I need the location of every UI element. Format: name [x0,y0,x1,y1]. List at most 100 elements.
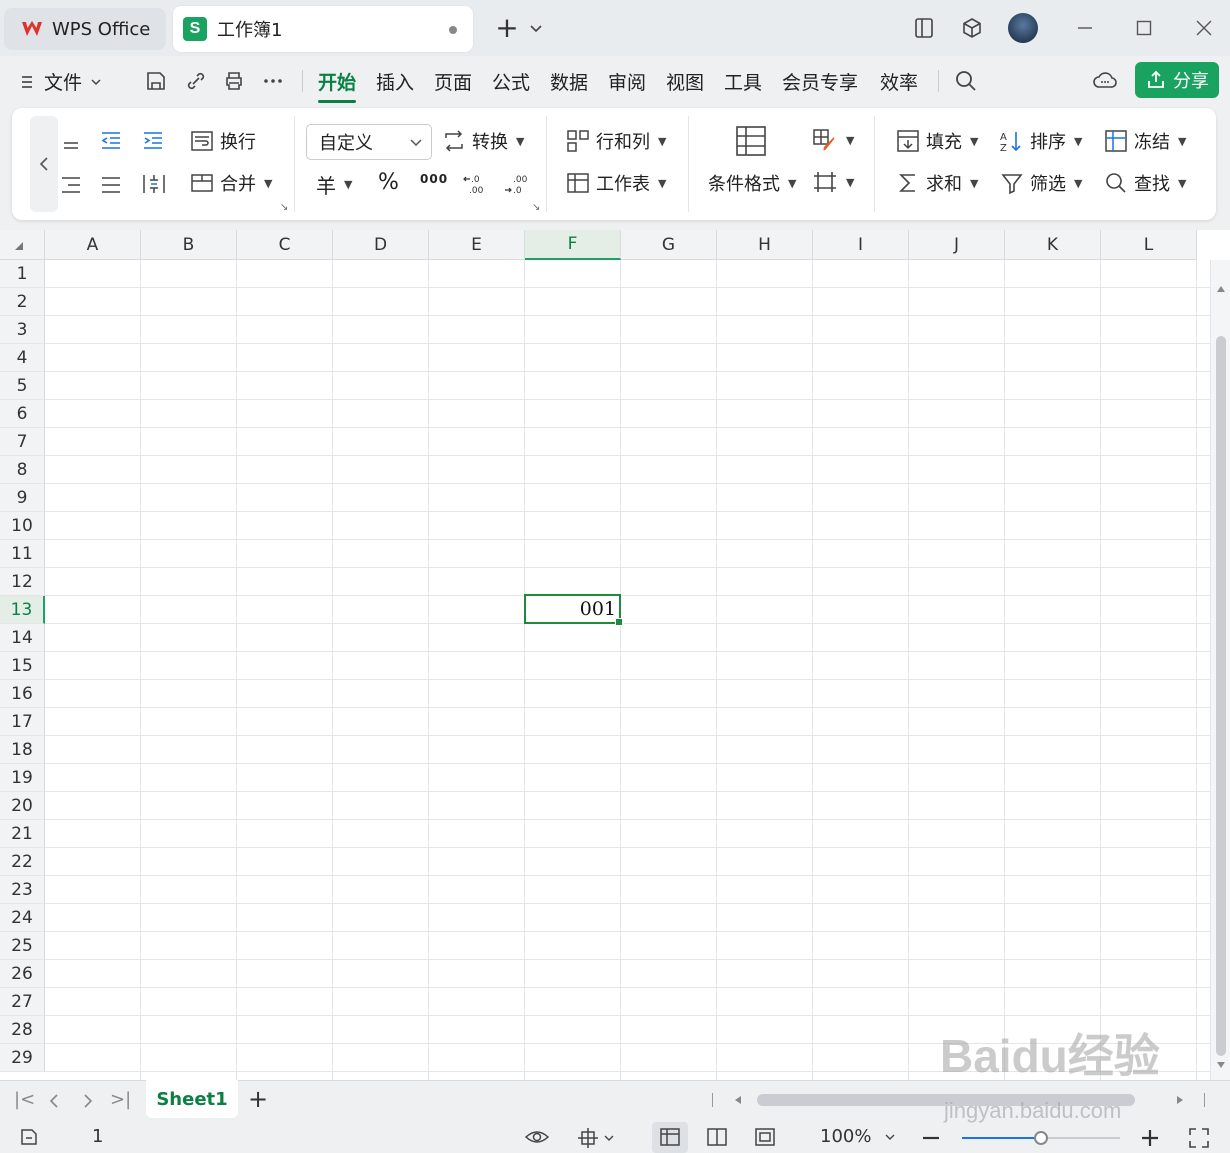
tab-formula[interactable]: 公式 [492,68,530,95]
scroll-right-icon[interactable] [1176,1095,1184,1105]
decrease-decimal-icon[interactable]: .00.0 [504,172,528,196]
file-menu[interactable]: 文件 [20,68,102,95]
split-handle[interactable] [1204,1093,1205,1107]
print-icon[interactable] [222,69,246,93]
tab-review[interactable]: 审阅 [608,68,646,95]
column-header-b[interactable]: B [141,230,237,260]
align-bottom-icon[interactable] [62,132,80,150]
link-icon[interactable] [184,69,208,93]
find-button[interactable]: 查找 ▼ [1104,170,1186,196]
tab-tools[interactable]: 工具 [724,68,762,95]
share-button[interactable]: 分享 [1135,62,1219,98]
page-break-icon[interactable] [754,1127,776,1147]
row-header-4[interactable]: 4 [0,344,45,372]
row-header-17[interactable]: 17 [0,708,45,736]
row-header-27[interactable]: 27 [0,988,45,1016]
maximize-icon[interactable] [1136,20,1152,36]
row-header-25[interactable]: 25 [0,932,45,960]
number-dialog-launcher-icon[interactable]: ↘ [532,202,540,213]
column-header-h[interactable]: H [717,230,813,260]
tab-member[interactable]: 会员专享 [782,68,858,95]
column-header-i[interactable]: I [813,230,909,260]
fill-button[interactable]: 填充 ▼ [896,128,978,154]
zoom-slider[interactable] [962,1131,1120,1145]
column-header-d[interactable]: D [333,230,429,260]
zoom-out-icon[interactable] [922,1130,940,1146]
zoom-slider-knob[interactable] [1034,1131,1048,1145]
vertical-scrollbar[interactable] [1210,260,1230,1080]
distribute-icon[interactable] [142,172,166,196]
tab-view[interactable]: 视图 [666,68,704,95]
spreadsheet-grid[interactable]: ABCDEFGHIJKL 1 2 3 4 5 6 7 8 9 10 11 12 13 14 15 16 17 18… [0,230,1230,1080]
worksheet-button[interactable]: 工作表 ▼ [566,170,666,196]
merge-cells-button[interactable]: 合并 ▼ [190,170,272,196]
column-header-l[interactable]: L [1101,230,1197,260]
eye-protection-icon[interactable] [524,1127,550,1147]
scroll-down-icon[interactable] [1216,1060,1226,1070]
normal-view-button[interactable] [652,1122,688,1153]
cube-icon[interactable] [960,16,984,40]
row-header-9[interactable]: 9 [0,484,45,512]
tablet-mode-icon[interactable] [912,16,936,40]
freeze-panes-button[interactable]: 冻结 ▼ [1104,128,1186,154]
row-header-29[interactable]: 29 [0,1044,45,1072]
page-layout-icon[interactable] [706,1127,728,1147]
macro-record-icon[interactable] [18,1126,40,1148]
sum-button[interactable]: 求和 ▼ [896,170,978,196]
rows-columns-button[interactable]: 行和列 ▼ [566,128,666,154]
active-cell-f13[interactable]: 001 [524,594,623,626]
select-all-corner[interactable] [0,230,45,260]
row-header-21[interactable]: 21 [0,820,45,848]
minimize-icon[interactable] [1076,20,1094,36]
scroll-up-icon[interactable] [1216,284,1226,294]
row-header-1[interactable]: 1 [0,260,45,288]
row-header-10[interactable]: 10 [0,512,45,540]
horizontal-scrollbar-thumb[interactable] [757,1094,1135,1106]
row-header-2[interactable]: 2 [0,288,45,316]
column-header-a[interactable]: A [45,230,141,260]
prev-sheet-icon[interactable] [48,1093,60,1109]
add-sheet-button[interactable]: + [248,1085,268,1113]
decrease-indent-icon[interactable] [100,130,122,152]
ribbon-scroll-left-button[interactable] [30,116,58,212]
row-header-28[interactable]: 28 [0,1016,45,1044]
row-header-11[interactable]: 11 [0,540,45,568]
unsaved-dot-icon[interactable] [449,26,457,34]
increase-indent-icon[interactable] [142,130,164,152]
filter-button[interactable]: 筛选 ▼ [1000,170,1082,196]
zoom-level-select[interactable]: 100% [820,1126,895,1147]
conditional-format-button[interactable]: 条件格式 ▼ [708,170,796,196]
document-tab[interactable]: S 工作簿1 [173,6,473,52]
row-header-19[interactable]: 19 [0,764,45,792]
row-header-20[interactable]: 20 [0,792,45,820]
increase-decimal-icon[interactable]: .0.00 [462,172,486,196]
row-header-12[interactable]: 12 [0,568,45,596]
tab-insert[interactable]: 插入 [376,68,414,95]
row-header-18[interactable]: 18 [0,736,45,764]
chevron-down-icon[interactable] [528,20,544,36]
row-header-26[interactable]: 26 [0,960,45,988]
number-format-select[interactable]: 自定义 [306,124,432,160]
column-header-g[interactable]: G [621,230,717,260]
row-header-22[interactable]: 22 [0,848,45,876]
tab-data[interactable]: 数据 [550,68,588,95]
vertical-scrollbar-thumb[interactable] [1216,336,1226,1056]
row-header-14[interactable]: 14 [0,624,45,652]
align-left-icon[interactable] [60,174,82,196]
percent-format-button[interactable]: % [378,170,399,195]
row-header-3[interactable]: 3 [0,316,45,344]
column-header-e[interactable]: E [429,230,525,260]
first-sheet-icon[interactable]: |< [14,1089,35,1110]
row-header-13[interactable]: 13 [0,596,45,624]
borders-button[interactable]: ▼ [812,170,854,194]
column-header-k[interactable]: K [1005,230,1101,260]
cloud-icon[interactable] [1092,68,1118,94]
row-header-16[interactable]: 16 [0,680,45,708]
avatar[interactable] [1008,13,1038,43]
column-header-c[interactable]: C [237,230,333,260]
last-sheet-icon[interactable]: >| [110,1089,131,1110]
row-header-24[interactable]: 24 [0,904,45,932]
scroll-left-icon[interactable] [734,1095,742,1105]
split-handle[interactable] [712,1093,713,1107]
save-icon[interactable] [144,69,168,93]
